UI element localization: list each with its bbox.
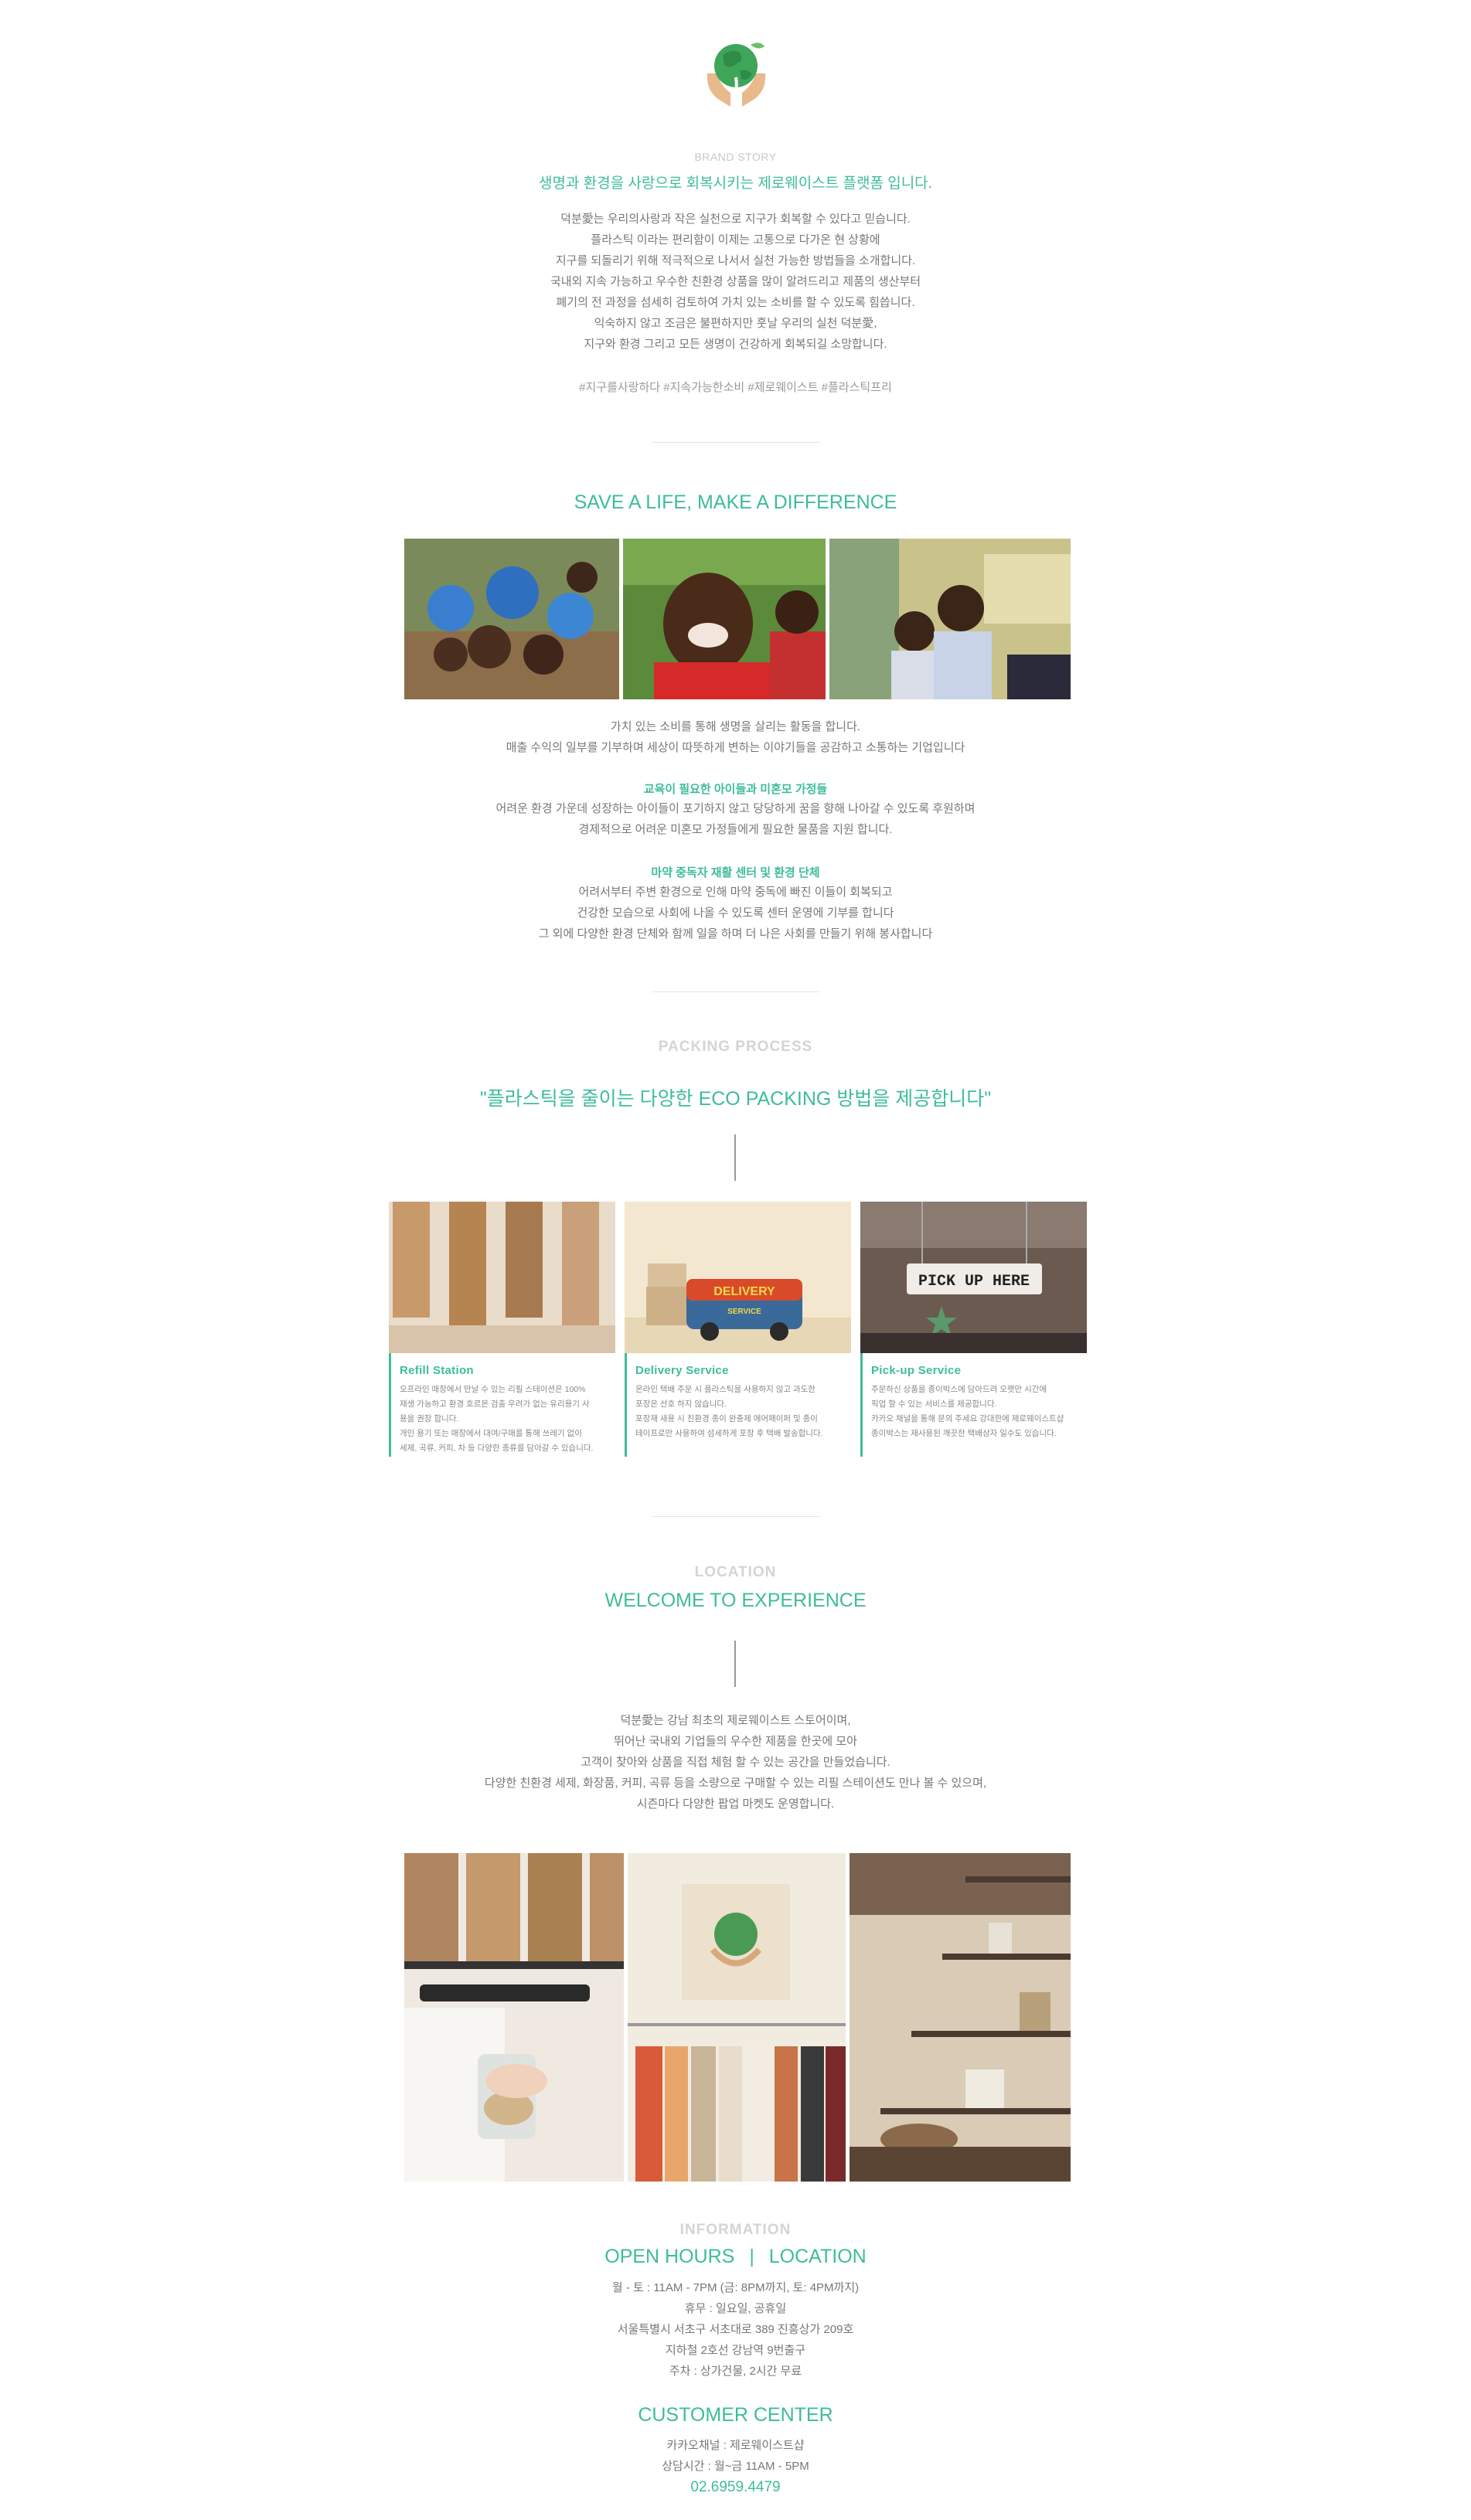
save-life-section1-line: 어려운 환경 가운데 성장하는 아이들이 포기하지 않고 당당하게 꿈을 향해 …: [495, 802, 976, 815]
card-desc-line: 테이프로만 사용하여 섬세하게 포장 후 택배 발송합니다.: [635, 1429, 823, 1438]
brand-story-line: 지구를 되돌리기 위해 적극적으로 나서서 실천 가능한 방법들을 소개합니다.: [555, 254, 916, 267]
location-line: 덕분愛는 강남 최초의 제로웨이스트 스토어이며,: [620, 1714, 851, 1727]
section-divider: [652, 442, 820, 443]
packing-headline: "플라스틱을 줄이는 다양한 ECO PACKING 방법을 제공합니다": [479, 1088, 992, 1110]
save-life-section1-title: 교육이 필요한 아이들과 미혼모 가정들: [643, 783, 828, 796]
save-life-section2-line: 그 외에 다양한 환경 단체와 함께 일을 하며 더 나은 사회를 만들기 위해…: [538, 927, 933, 940]
info-line: 지하철 2호선 강남역 9번출구: [666, 2344, 805, 2357]
brand-story-line: 폐기의 전 과정을 섬세히 검토하여 가치 있는 소비를 할 수 있도록 힘씁니…: [556, 296, 915, 309]
store-refill-photo: [404, 1853, 624, 2182]
card-title: Delivery Service: [635, 1364, 729, 1377]
pickup-service-card: PICK UP HERE Pick-up Service 주문하신 상품을 종이…: [860, 1202, 1087, 1457]
packing-label: PACKING PROCESS: [658, 1039, 813, 1055]
store-shelves-photo: [850, 1853, 1071, 2182]
store-hangers-photo: [628, 1853, 846, 2182]
customer-center-title: CUSTOMER CENTER: [638, 2404, 833, 2426]
brand-story-line: 덕분愛는 우리의사랑과 작은 실천으로 지구가 회복할 수 있다고 믿습니다.: [560, 213, 911, 226]
save-life-section2-text: 어려서부터 주변 환경으로 인해 마약 중독에 빠진 이들이 회복되고 건강한 …: [0, 882, 1471, 944]
brand-story-line: 국내외 지속 가능하고 우수한 친환경 상품을 많이 알려드리고 제품의 생산부…: [550, 275, 921, 288]
truck-sign-service: SERVICE: [727, 1308, 761, 1316]
location-title-right: LOCATION: [768, 2246, 867, 2267]
section-divider: [652, 991, 820, 992]
card-accent-bar: [389, 1353, 391, 1457]
customer-phone[interactable]: 02.6959.4479: [0, 2479, 1471, 2496]
delivery-service-photo: DELIVERY SERVICE: [625, 1202, 851, 1353]
location-line: 고객이 찾아와 상품을 직접 체험 할 수 있는 공간을 만들었습니다.: [581, 1756, 890, 1769]
save-life-section2-line: 어려서부터 주변 환경으로 인해 마약 중독에 빠진 이들이 회복되고: [578, 886, 893, 899]
title-separator: |: [749, 2246, 754, 2267]
hashtags: #지구를사랑하다 #지속가능한소비 #제로웨이스트 #플라스틱프리: [579, 381, 892, 394]
card-title: Refill Station: [400, 1364, 474, 1377]
info-line: 월 - 토 : 11AM - 7PM (금: 8PM까지, 토: 4PM까지): [611, 2281, 860, 2294]
brand-logo: [700, 31, 773, 108]
brand-story-line: 플라스틱 이라는 편리함이 이제는 고통으로 다가온 현 상황에: [591, 233, 880, 247]
information-lines: 월 - 토 : 11AM - 7PM (금: 8PM까지, 토: 4PM까지) …: [0, 2277, 1471, 2382]
save-life-intro-line: 가치 있는 소비를 통해 생명을 살리는 활동을 합니다.: [610, 720, 861, 733]
location-paragraph: 덕분愛는 강남 최초의 제로웨이스트 스토어이며, 뛰어난 국내외 기업들의 우…: [0, 1710, 1471, 1814]
card-desc-line: 카카오 채널을 통해 문의 주세요 강대한에 제로웨이스트샵: [871, 1414, 1064, 1423]
brand-story-label: BRAND STORY: [694, 151, 777, 163]
location-line: 뛰어난 국내외 기업들의 우수한 제품을 한곳에 모아: [614, 1735, 857, 1748]
card-desc-line: 개인 용기 또는 매장에서 대여/구매를 통해 쓰레기 없이: [400, 1429, 582, 1438]
card-desc-line: 포장재 새용 시 친환경 종이 완충제 에어패이퍼 및 종이: [635, 1414, 818, 1423]
card-desc-line: 용을 권장 합니다.: [400, 1414, 459, 1423]
card-description: 온라인 택배 주문 시 플라스틱을 사용하지 않고 과도한 포장은 선호 하지 …: [635, 1382, 844, 1441]
pickup-service-photo: PICK UP HERE: [860, 1202, 1087, 1353]
children-photo-2: [623, 539, 826, 699]
info-line: 휴무 : 일요일, 공휴일: [684, 2302, 787, 2315]
customer-line: 상담시간 : 월~금 11AM - 5PM: [662, 2460, 809, 2473]
card-description: 주문하신 상품을 종이박스에 담아드려 오랫만 시간에 픽업 할 수 있는 서비…: [871, 1382, 1080, 1441]
vertical-rule: [734, 1641, 736, 1687]
save-life-intro-line: 매출 수익의 일부를 기부하며 세상이 따뜻하게 변하는 이야기들을 공감하고 …: [506, 741, 965, 754]
location-label: LOCATION: [694, 1564, 777, 1580]
save-life-section2-line: 건강한 모습으로 사회에 나올 수 있도록 센터 운영에 기부를 합니다: [577, 906, 894, 920]
brand-story-line: 지구와 환경 그리고 모든 생명이 건강하게 회복되길 소망합니다.: [584, 338, 887, 351]
information-label: INFORMATION: [679, 2222, 792, 2238]
info-line: 주차 : 상가건물, 2시간 무료: [669, 2365, 802, 2378]
open-hours-title: OPEN HOURS: [604, 2246, 735, 2267]
info-line: 서울특별시 서초구 서초대로 389 진흥상가 209호: [617, 2323, 854, 2336]
card-desc-line: 오프라인 매장에서 만날 수 있는 리필 스테이션은 100%: [400, 1385, 586, 1394]
card-accent-bar: [860, 1353, 863, 1457]
brand-story-headline: 생명과 환경을 사랑으로 회복시키는 제로웨이스트 플랫폼 입니다.: [539, 175, 932, 192]
vertical-rule: [734, 1134, 736, 1181]
location-line: 다양한 친환경 세제, 화장품, 커피, 곡류 등을 소량으로 구매할 수 있는…: [484, 1777, 987, 1790]
card-accent-bar: [625, 1353, 627, 1457]
delivery-service-card: DELIVERY SERVICE Delivery Service 온라인 택배…: [625, 1202, 851, 1457]
refill-station-card: Refill Station 오프라인 매장에서 만날 수 있는 리필 스테이션…: [389, 1202, 615, 1457]
card-desc-line: 세제, 곡류, 커피, 차 등 다양한 종류를 담아갈 수 있습니다.: [400, 1444, 594, 1453]
card-desc-line: 온라인 택배 주문 시 플라스틱을 사용하지 않고 과도한: [635, 1385, 816, 1394]
save-life-title: SAVE A LIFE, MAKE A DIFFERENCE: [574, 491, 897, 513]
location-title: WELCOME TO EXPERIENCE: [604, 1590, 867, 1611]
card-desc-line: 주문하신 상품을 종이박스에 담아드려 오랫만 시간에: [871, 1385, 1047, 1394]
children-photo-3: [829, 539, 1071, 699]
card-desc-line: 포장은 선호 하지 않습니다.: [635, 1399, 727, 1409]
card-desc-line: 종이박스는 재사용된 깨끗한 택배상자 일수도 있습니다.: [871, 1429, 1057, 1438]
brand-story-line: 익숙하지 않고 조금은 불편하지만 훗날 우리의 실천 덕분愛,: [594, 317, 877, 330]
refill-station-photo: [389, 1202, 615, 1353]
card-desc-line: 픽업 할 수 있는 서비스를 제공합니다.: [871, 1399, 997, 1409]
information-title: OPEN HOURS | LOCATION: [0, 2246, 1471, 2268]
truck-sign-delivery: DELIVERY: [713, 1285, 775, 1298]
save-life-intro: 가치 있는 소비를 통해 생명을 살리는 활동을 합니다. 매출 수익의 일부를…: [0, 716, 1471, 758]
pickup-sign-text: PICK UP HERE: [918, 1273, 1030, 1291]
save-life-section1-line: 경제적으로 어려운 미혼모 가정들에게 필요한 물품을 지원 합니다.: [578, 823, 893, 836]
children-photo-1: [404, 539, 619, 699]
card-title: Pick-up Service: [871, 1364, 962, 1377]
customer-line: 카카오채널 : 제로웨이스트샵: [666, 2439, 805, 2452]
customer-center-lines: 카카오채널 : 제로웨이스트샵 상담시간 : 월~금 11AM - 5PM: [0, 2435, 1471, 2477]
brand-story-paragraph: 덕분愛는 우리의사랑과 작은 실천으로 지구가 회복할 수 있다고 믿습니다. …: [0, 209, 1471, 355]
section-divider: [652, 1516, 820, 1517]
save-life-section1-text: 어려운 환경 가운데 성장하는 아이들이 포기하지 않고 당당하게 꿈을 향해 …: [0, 798, 1471, 840]
card-description: 오프라인 매장에서 만날 수 있는 리필 스테이션은 100% 재생 가능하고 …: [400, 1382, 608, 1456]
location-line: 시즌마다 다양한 팝업 마켓도 운영합니다.: [636, 1797, 835, 1811]
card-desc-line: 재생 가능하고 환경 호르몬 검출 우려가 없는 유리용기 사: [400, 1399, 590, 1409]
save-life-section2-title: 마약 중독자 재활 센터 및 환경 단체: [651, 866, 820, 879]
